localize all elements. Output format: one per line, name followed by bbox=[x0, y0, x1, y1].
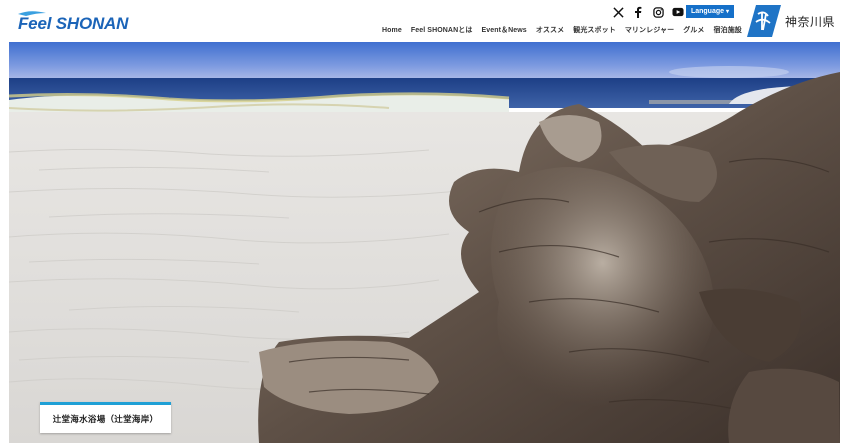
facebook-icon[interactable] bbox=[632, 6, 644, 18]
main-nav: Home Feel SHONANとは Event＆News オススメ 観光スポッ… bbox=[382, 25, 742, 35]
prefecture-name: 神奈川県 bbox=[785, 14, 836, 29]
kanagawa-emblem-icon bbox=[747, 5, 781, 37]
hero-caption: 辻堂海水浴場（辻堂海岸） bbox=[40, 402, 171, 433]
nav-item-home[interactable]: Home bbox=[382, 27, 402, 34]
nav-item-lodging[interactable]: 宿泊施設 bbox=[714, 25, 742, 35]
nav-item-event-news[interactable]: Event＆News bbox=[481, 25, 526, 35]
caret-down-icon: ▾ bbox=[726, 8, 730, 15]
nav-item-marine-leisure[interactable]: マリンレジャー bbox=[625, 25, 674, 35]
nav-item-gourmet[interactable]: グルメ bbox=[683, 25, 704, 35]
logo-text: Feel SHONAN bbox=[18, 14, 129, 33]
site-header: Feel SHONAN Language ▾ Home Feel SHONANと… bbox=[0, 0, 858, 40]
youtube-icon[interactable] bbox=[672, 6, 684, 18]
kanagawa-pref-logo[interactable]: 神奈川県 bbox=[746, 4, 835, 38]
language-button[interactable]: Language ▾ bbox=[686, 5, 734, 18]
hero-caption-text: 辻堂海水浴場（辻堂海岸） bbox=[52, 415, 159, 425]
nav-item-sightseeing[interactable]: 観光スポット bbox=[573, 25, 616, 35]
language-label: Language bbox=[690, 8, 725, 15]
instagram-icon[interactable] bbox=[652, 6, 664, 18]
nav-item-about[interactable]: Feel SHONANとは bbox=[411, 25, 473, 35]
nav-item-recommend[interactable]: オススメ bbox=[536, 25, 564, 35]
social-links bbox=[612, 6, 684, 18]
x-icon[interactable] bbox=[612, 6, 624, 18]
hero-image bbox=[9, 42, 840, 443]
beach-driftwood-photo bbox=[9, 42, 840, 443]
